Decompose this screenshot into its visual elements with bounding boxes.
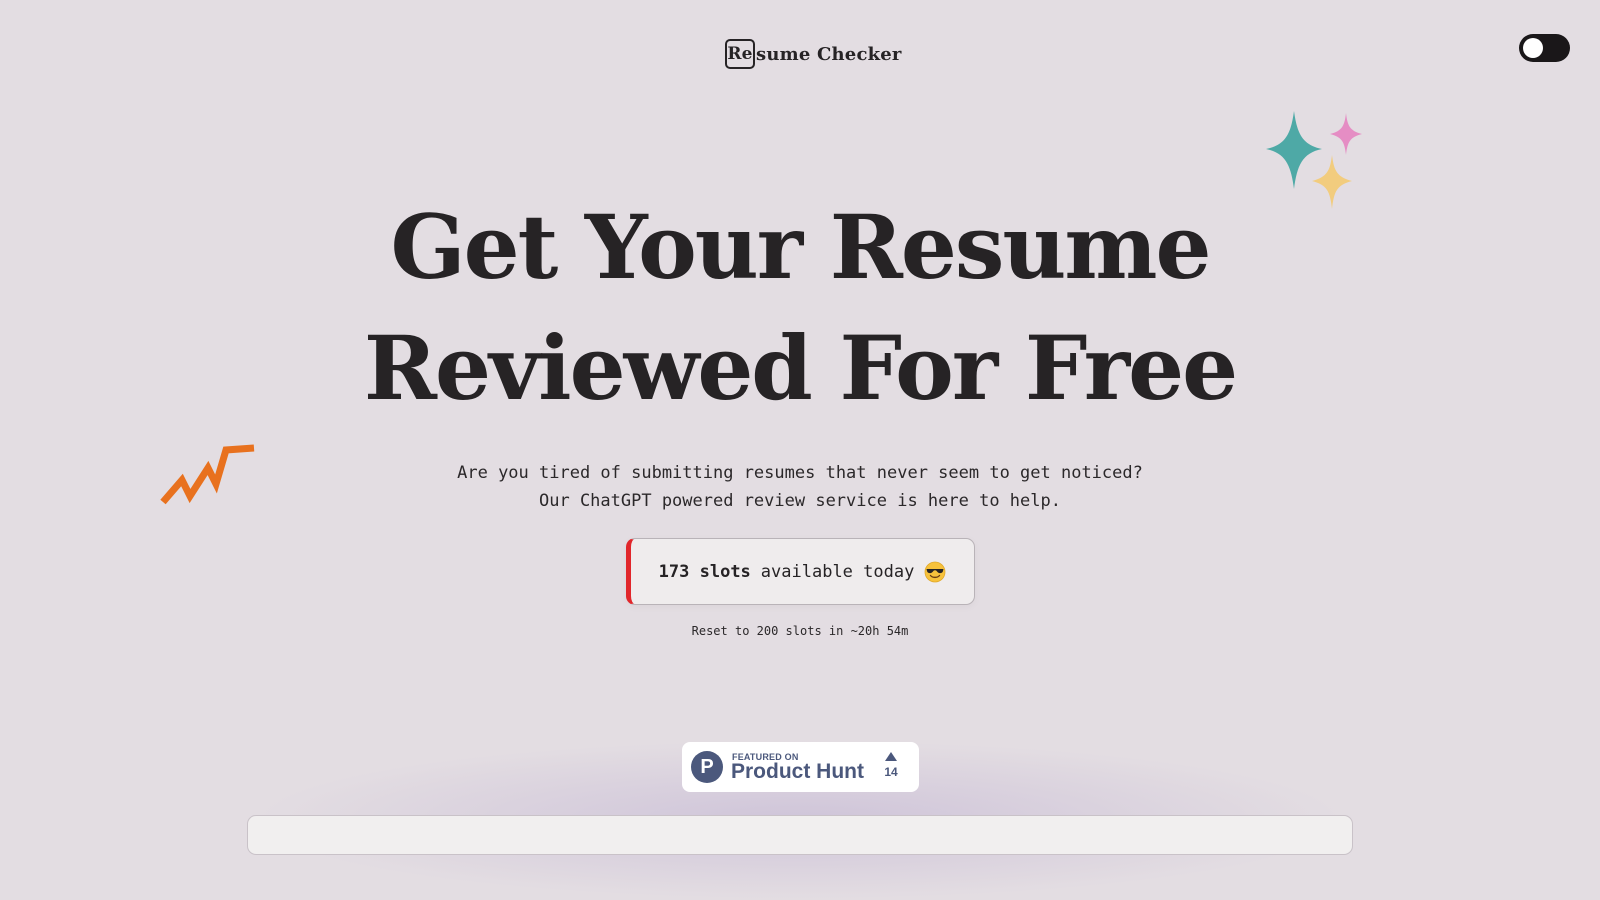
hero-title-line-2: Reviewed For Free — [363, 316, 1238, 420]
hero-subtitle: Are you tired of submitting resumes that… — [350, 459, 1250, 515]
zigzag-icon — [160, 444, 255, 505]
dark-mode-toggle[interactable] — [1519, 34, 1570, 62]
toggle-knob — [1523, 38, 1543, 58]
upvote-arrow-icon — [885, 752, 897, 761]
slots-available-card: 173 slots available today — [626, 538, 975, 605]
sparkle-teal-icon — [1266, 111, 1322, 189]
product-hunt-logo-icon: P — [691, 751, 723, 783]
product-hunt-badge[interactable]: P FEATURED ON Product Hunt 14 — [682, 742, 919, 792]
smiling-face-with-sunglasses-icon — [924, 561, 946, 582]
logo-boxed-text: Re — [725, 39, 755, 69]
resume-upload-panel[interactable] — [247, 815, 1353, 855]
hero-subtitle-line-1: Are you tired of submitting resumes that… — [457, 463, 1143, 483]
hero-title-line-1: Get Your Resume — [390, 195, 1211, 299]
hero-subtitle-line-2: Our ChatGPT powered review service is he… — [539, 491, 1061, 511]
logo-text: sume Checker — [756, 43, 902, 65]
slots-reset-note: Reset to 200 slots in ~20h 54m — [691, 624, 909, 638]
site-logo[interactable]: Re sume Checker — [725, 37, 902, 71]
product-hunt-name: Product Hunt — [731, 760, 864, 783]
upvote-count: 14 — [884, 765, 898, 779]
hero-title: Get Your Resume Reviewed For Free — [300, 187, 1300, 429]
product-hunt-upvotes: 14 — [882, 750, 900, 779]
slots-count: 173 slots — [658, 561, 751, 582]
sparkle-yellow-icon — [1312, 155, 1352, 209]
sparkle-pink-icon — [1330, 113, 1362, 155]
slots-suffix: available today — [760, 561, 915, 582]
